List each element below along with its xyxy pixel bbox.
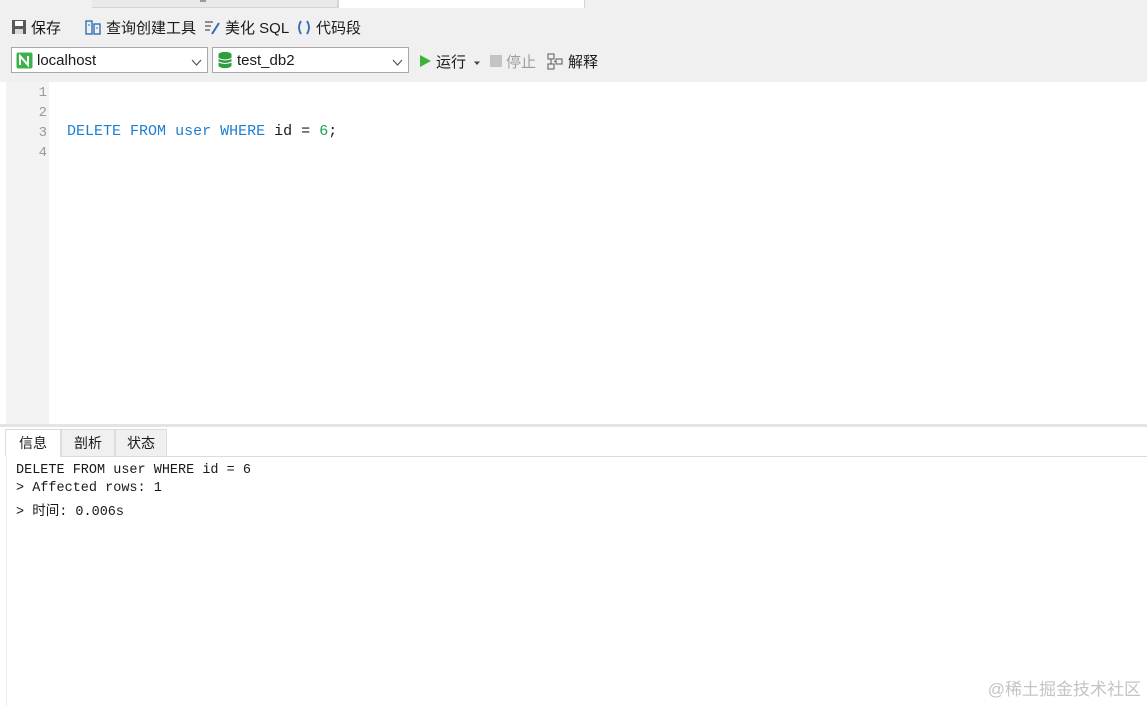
run-dropdown-button[interactable] [473,52,481,74]
connection-value: localhost [37,51,97,69]
run-label: 运行 [436,53,467,71]
editor-toolbar: 保存 查询创建工具 美化 SQL 代码段 [0,8,1147,46]
code-snippet-label: 代码段 [316,19,362,37]
stop-label: 停止 [506,53,537,71]
result-left-edge [0,456,7,706]
connection-select[interactable]: localhost [11,47,208,73]
run-button[interactable]: 运行 [419,50,466,72]
sql-keyword: FROM [130,123,167,140]
query-tab-strip [0,0,1147,8]
watermark: @稀土掘金技术社区 [987,680,1141,699]
query-builder-label: 查询创建工具 [106,19,197,37]
code-snippet-icon [296,19,312,36]
play-icon [419,54,432,68]
line-number: 3 [38,125,47,141]
line-number: 4 [38,145,47,161]
chevron-down-icon [191,55,202,72]
database-icon [217,51,233,69]
save-icon [11,19,27,35]
save-label: 保存 [31,19,62,37]
explain-icon [547,52,564,70]
line-number-gutter: 1 2 3 4 [6,82,49,426]
sql-keyword: DELETE [67,123,122,140]
chevron-down-icon [392,55,403,72]
code-snippet-button[interactable]: 代码段 [296,16,361,38]
tab-message[interactable]: 信息 [5,429,61,457]
message-line: DELETE FROM user WHERE id = 6 [16,463,251,478]
sql-terminator: ; [328,123,338,140]
stop-button[interactable]: 停止 [490,50,536,72]
sql-field: id [274,123,293,140]
beautify-sql-button[interactable]: 美化 SQL [204,16,289,38]
sql-editor[interactable]: 1 2 3 4 DELETE FROM user WHERE id = 6; [0,82,1147,426]
message-line: > Affected rows: 1 [16,481,162,496]
result-tab-bar: 信息 剖析 状态 [0,427,1147,457]
explain-button[interactable]: 解释 [547,50,598,72]
sql-identifier: user [175,123,212,140]
query-tab-inactive[interactable] [92,0,338,8]
stop-icon [490,55,502,67]
tab-status[interactable]: 状态 [115,429,167,456]
connection-icon [16,52,33,69]
query-tab-active[interactable] [338,0,585,8]
message-line: > 时间: 0.006s [16,505,125,520]
tab-profile[interactable]: 剖析 [61,429,115,456]
sql-number: 6 [319,123,329,140]
connection-toolbar: localhost test_db2 运行 停止 解释 [0,46,1147,82]
code-line: DELETE FROM user WHERE id = 6; [67,123,337,140]
sql-operator: = [301,123,311,140]
database-value: test_db2 [237,51,295,69]
database-select[interactable]: test_db2 [212,47,409,73]
line-number: 1 [38,85,47,101]
save-button[interactable]: 保存 [11,16,61,38]
beautify-label: 美化 SQL [225,19,290,37]
query-builder-button[interactable]: 查询创建工具 [85,16,196,38]
explain-label: 解释 [568,53,599,71]
line-number: 2 [38,105,47,121]
beautify-icon [204,19,221,36]
query-builder-icon [85,19,102,36]
dropdown-arrow-icon [473,59,481,67]
sql-keyword: WHERE [220,123,266,140]
